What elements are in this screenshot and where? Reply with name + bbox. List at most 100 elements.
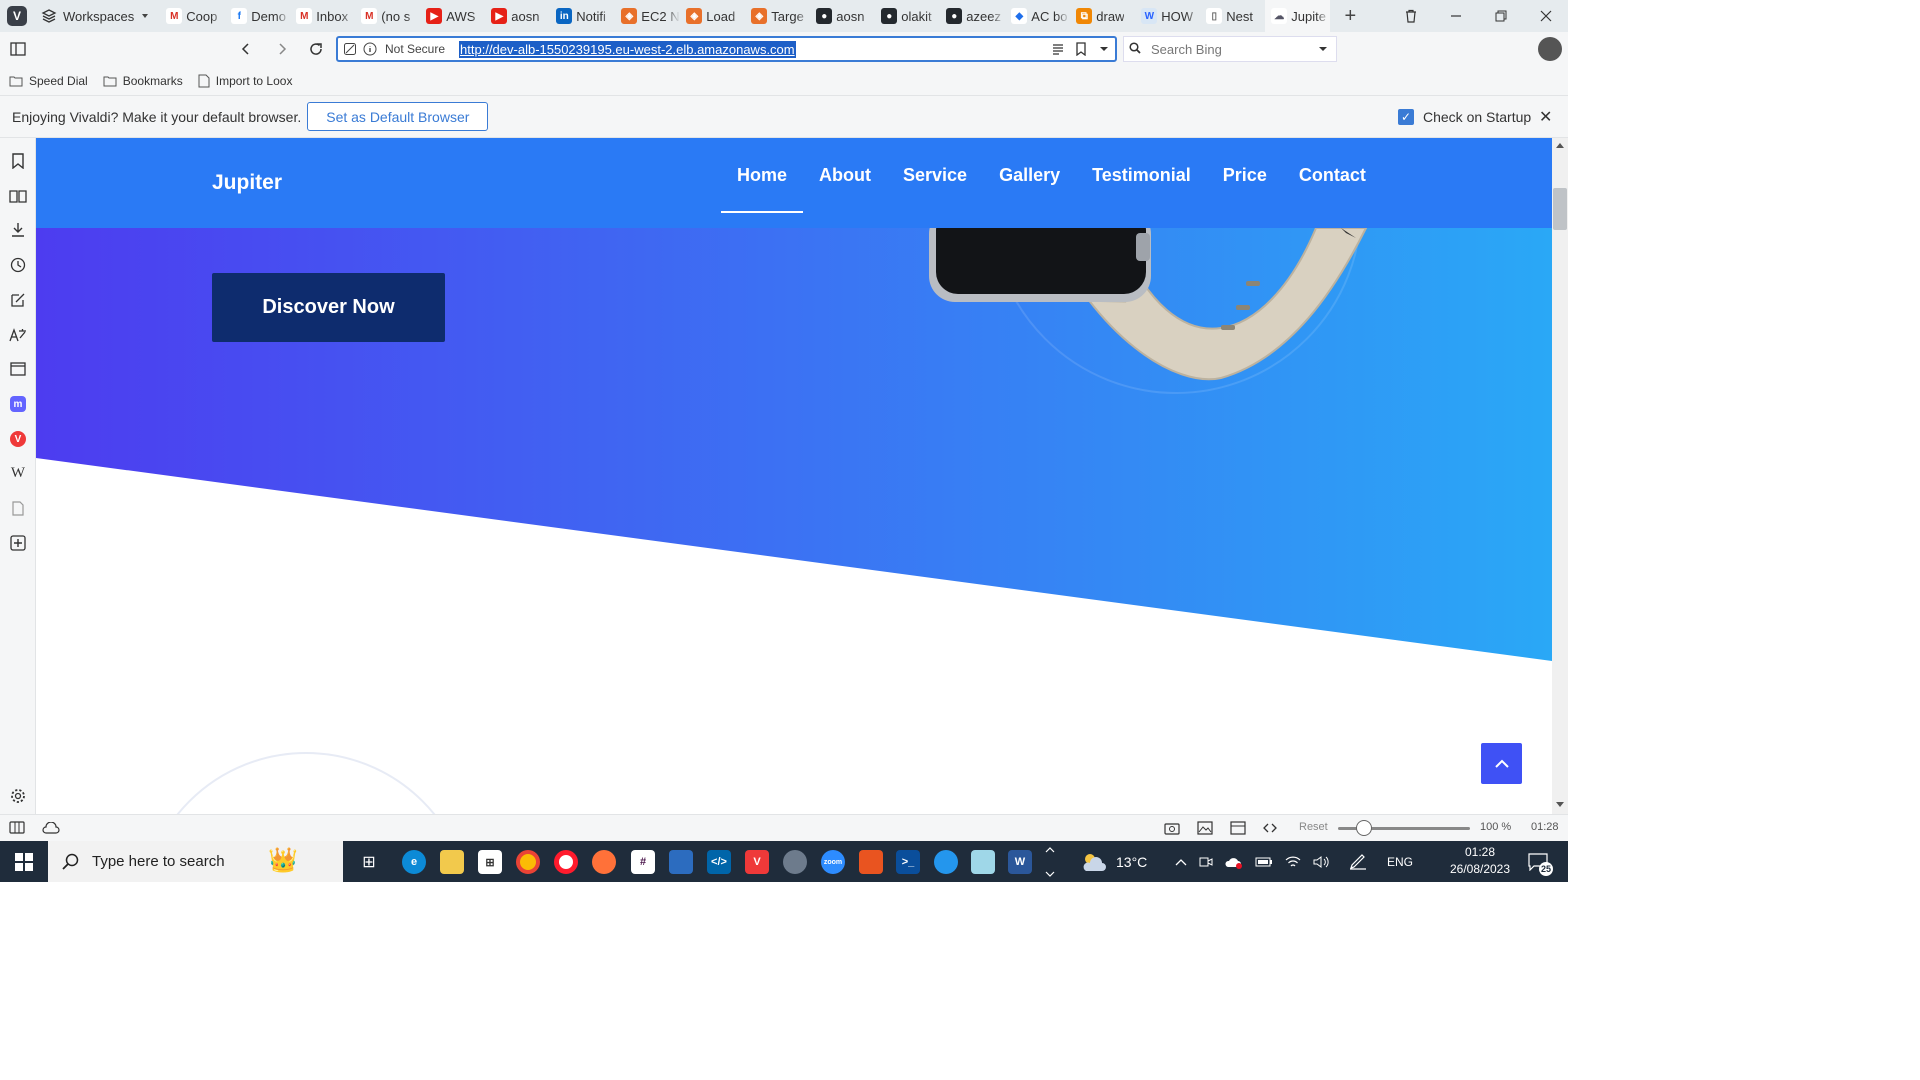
scroll-down-icon[interactable] (1556, 802, 1564, 808)
browser-tab[interactable]: ● aosn (810, 0, 876, 32)
image-toggle-icon[interactable] (1197, 821, 1213, 835)
browser-tab[interactable]: in Notifi (550, 0, 616, 32)
vscode-icon[interactable]: </> (707, 850, 731, 874)
nav-home[interactable]: Home (721, 138, 804, 213)
powershell-icon[interactable]: >_ (896, 850, 920, 874)
browser-tab[interactable]: ☁ Jupite (1265, 0, 1331, 32)
add-panel-icon[interactable] (8, 533, 28, 553)
taskbar-clock[interactable]: 01:28 26/08/2023 (1440, 844, 1520, 878)
browser-tab[interactable]: ▯ Nest (1200, 0, 1266, 32)
close-window-button[interactable] (1523, 0, 1568, 32)
discover-now-button[interactable]: Discover Now (212, 273, 445, 342)
meet-icon[interactable] (1199, 855, 1213, 869)
zoom-app-icon[interactable]: zoom (821, 850, 845, 874)
chrome-icon[interactable] (516, 850, 540, 874)
remote-desktop-icon[interactable] (669, 850, 693, 874)
forward-button[interactable] (272, 39, 292, 59)
taskbar-search[interactable]: Type here to search 👑 (48, 841, 343, 882)
microsoft-store-icon[interactable]: ⊞ (478, 850, 502, 874)
app-icon[interactable] (783, 850, 807, 874)
search-field[interactable]: Search Bing (1123, 36, 1337, 62)
notification-center-button[interactable]: 25 (1527, 851, 1553, 876)
browser-tab[interactable]: ● olakit (875, 0, 941, 32)
battery-icon[interactable] (1255, 856, 1273, 868)
settings-gear-icon[interactable] (8, 786, 28, 806)
word-icon[interactable]: W (1008, 850, 1032, 874)
browser-tab[interactable]: ⧉ draw (1070, 0, 1136, 32)
tab-trash-button[interactable] (1388, 0, 1433, 32)
bookmark-bookmarks[interactable]: Bookmarks (103, 74, 183, 88)
browser-tab[interactable]: ● azeez (940, 0, 1006, 32)
restore-button[interactable] (1478, 0, 1523, 32)
translate-icon[interactable] (8, 325, 28, 345)
back-to-top-button[interactable] (1481, 743, 1522, 784)
nav-contact[interactable]: Contact (1283, 138, 1382, 213)
browser-tab[interactable]: M Coop (160, 0, 226, 32)
chevron-up-icon[interactable] (1175, 858, 1187, 866)
site-settings-icon[interactable] (343, 42, 357, 56)
opera-icon[interactable] (554, 850, 578, 874)
page-tiling-icon[interactable] (1230, 821, 1246, 835)
firefox-icon[interactable] (592, 850, 616, 874)
slack-icon[interactable]: # (631, 850, 655, 874)
workspaces-button[interactable]: Workspaces (41, 8, 150, 24)
windows-start-button[interactable] (0, 841, 48, 882)
zoom-reset-button[interactable]: Reset (1299, 821, 1328, 833)
page-panel-icon[interactable] (8, 498, 28, 518)
search-engine-dropdown-icon[interactable] (1318, 44, 1328, 54)
site-logo[interactable]: Jupiter (212, 171, 282, 195)
capture-icon[interactable] (1164, 821, 1180, 835)
nav-price[interactable]: Price (1207, 138, 1283, 213)
edge-icon[interactable]: e (402, 850, 426, 874)
bookmark-import[interactable]: Import to Loox (198, 74, 292, 88)
profile-avatar[interactable] (1538, 37, 1562, 61)
check-on-startup-checkbox[interactable]: ✓ (1398, 109, 1414, 125)
vivaldi-menu-icon[interactable]: V (7, 6, 27, 26)
minimize-button[interactable] (1433, 0, 1478, 32)
ubuntu-icon[interactable] (859, 850, 883, 874)
browser-tab[interactable]: W HOW (1135, 0, 1201, 32)
nav-service[interactable]: Service (887, 138, 983, 213)
browser-tab[interactable]: f Demo (225, 0, 291, 32)
browser-tab[interactable]: M Inbox (290, 0, 356, 32)
downloads-icon[interactable] (8, 220, 28, 240)
new-tab-button[interactable]: + (1338, 5, 1362, 28)
url-dropdown-icon[interactable] (1099, 44, 1109, 54)
taskbar-scroll-icon[interactable] (1045, 845, 1055, 879)
reload-button[interactable] (306, 39, 326, 59)
page-actions-icon[interactable] (1263, 822, 1277, 834)
notepad-icon[interactable] (971, 850, 995, 874)
page-scrollbar[interactable] (1552, 138, 1568, 814)
back-button[interactable] (236, 39, 256, 59)
docker-icon[interactable] (934, 850, 958, 874)
history-icon[interactable] (8, 255, 28, 275)
language-indicator[interactable]: ENG (1387, 855, 1413, 869)
pen-icon[interactable] (1349, 853, 1367, 870)
reading-list-icon[interactable] (8, 186, 28, 206)
notes-icon[interactable] (8, 290, 28, 310)
browser-tab[interactable]: M (no s (355, 0, 421, 32)
zoom-slider-knob[interactable] (1356, 820, 1372, 836)
onedrive-icon[interactable] (1225, 855, 1243, 869)
close-notification-icon[interactable]: ✕ (1539, 107, 1552, 127)
browser-tab[interactable]: ◈ Load (680, 0, 746, 32)
url-text[interactable]: http://dev-alb-1550239195.eu-west-2.elb.… (459, 40, 796, 58)
nav-about[interactable]: About (803, 138, 887, 213)
scrollbar-thumb[interactable] (1553, 188, 1567, 230)
url-field[interactable]: Not Secure http://dev-alb-1550239195.eu-… (336, 36, 1117, 62)
vivaldi-panel-icon[interactable]: V (8, 429, 28, 449)
task-view-icon[interactable]: ⊞ (357, 850, 381, 874)
volume-icon[interactable] (1313, 855, 1329, 869)
window-panel-icon[interactable] (8, 359, 28, 379)
wikipedia-icon[interactable]: W (8, 463, 28, 483)
browser-tab[interactable]: ▶ aosn (485, 0, 551, 32)
scroll-up-icon[interactable] (1556, 142, 1564, 148)
file-explorer-icon[interactable] (440, 850, 464, 874)
bookmark-icon[interactable] (1075, 42, 1087, 56)
mastodon-icon[interactable]: m (8, 394, 28, 414)
wifi-icon[interactable] (1285, 855, 1301, 869)
info-icon[interactable] (363, 42, 377, 56)
panel-toggle-button[interactable] (8, 39, 28, 59)
browser-tab[interactable]: ◆ AC bo (1005, 0, 1071, 32)
set-default-browser-button[interactable]: Set as Default Browser (307, 102, 489, 131)
